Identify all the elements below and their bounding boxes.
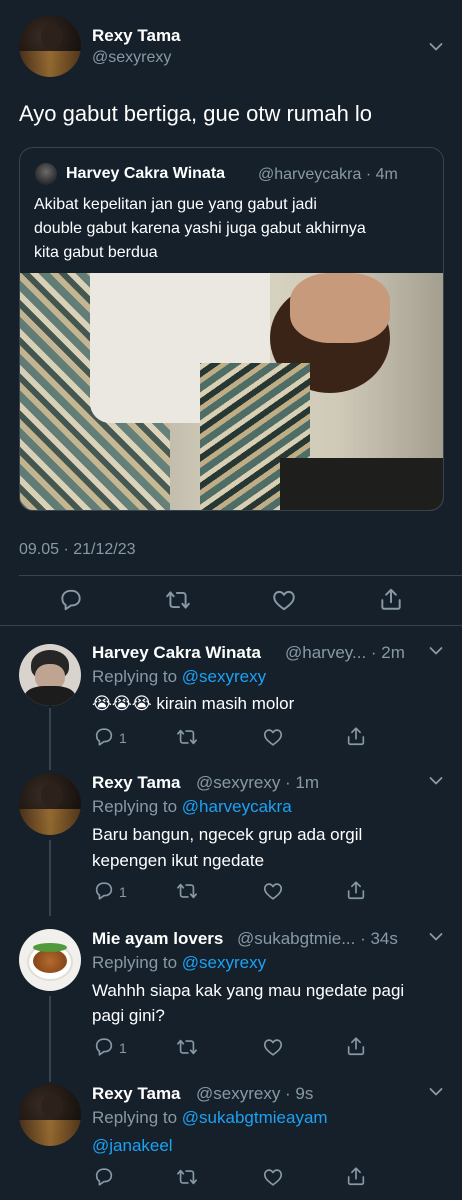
reply-author-name[interactable]: Mie ayam lovers <box>92 929 223 949</box>
main-author-avatar[interactable] <box>19 15 81 77</box>
retweet-icon[interactable] <box>176 1166 198 1188</box>
quoted-photo[interactable] <box>20 273 443 510</box>
reply-text: kepengen ikut ngedate <box>92 851 265 870</box>
like-icon[interactable] <box>271 587 297 613</box>
like-icon[interactable] <box>262 1166 284 1188</box>
reply-count: 1 <box>119 884 127 900</box>
reply-icon[interactable] <box>93 880 115 902</box>
reply-avatar[interactable] <box>19 1084 81 1146</box>
replying-prefix: Replying to <box>92 1108 178 1127</box>
main-author-name[interactable]: Rexy Tama <box>92 26 181 46</box>
quoted-text-line: Akibat kepelitan jan gue yang gabut jadi <box>34 196 317 213</box>
replying-to: Replying to @sexyrexy <box>92 953 266 973</box>
quoted-author-meta: @harveycakra · 4m <box>258 166 398 183</box>
reply-author-name[interactable]: Rexy Tama <box>92 773 181 793</box>
reply-count: 1 <box>119 1040 127 1056</box>
reply-avatar[interactable] <box>19 644 81 706</box>
replying-prefix: Replying to <box>92 797 178 816</box>
reply-text-mention[interactable]: @janakeel <box>92 1136 173 1156</box>
divider <box>19 575 462 576</box>
replying-to-link[interactable]: @sexyrexy <box>182 667 266 686</box>
share-icon[interactable] <box>345 879 367 901</box>
reply-avatar[interactable] <box>19 929 81 991</box>
replying-to: Replying to @sexyrexy <box>92 667 266 687</box>
replying-to: Replying to @harveycakra <box>92 797 292 817</box>
reply-avatar[interactable] <box>19 773 81 835</box>
chevron-down-icon[interactable] <box>429 1087 443 1097</box>
like-icon[interactable] <box>262 726 284 748</box>
quoted-text-line: kita gabut berdua <box>34 244 158 261</box>
reply-icon[interactable] <box>93 1036 115 1058</box>
retweet-icon[interactable] <box>165 587 191 613</box>
share-icon[interactable] <box>345 725 367 747</box>
retweet-icon[interactable] <box>176 880 198 902</box>
reply-count: 1 <box>119 730 127 746</box>
quoted-author-avatar <box>35 163 57 185</box>
reply-handle-time[interactable]: @sukabgtmie... · 34s <box>237 929 398 949</box>
quoted-author-name: Harvey Cakra Winata <box>66 165 226 182</box>
reply-handle-time[interactable]: @harvey... · 2m <box>285 643 405 663</box>
replying-to: Replying to @sukabgtmieayam <box>92 1108 328 1128</box>
reply-text: Baru bangun, ngecek grup ada orgil <box>92 825 363 844</box>
reply-icon[interactable] <box>93 726 115 748</box>
thread-line <box>49 996 51 1082</box>
share-icon[interactable] <box>345 1165 367 1187</box>
divider <box>0 625 462 626</box>
reply-author-name[interactable]: Harvey Cakra Winata <box>92 643 261 663</box>
reply-text: Wahhh siapa kak yang mau ngedate pagi <box>92 981 405 1000</box>
main-tweet-timestamp: 09.05 · 21/12/23 <box>19 541 136 558</box>
reply-icon[interactable] <box>58 587 84 613</box>
chevron-down-icon[interactable] <box>429 646 443 656</box>
quoted-text-line: double gabut karena yashi juga gabut akh… <box>34 220 366 237</box>
like-icon[interactable] <box>262 1036 284 1058</box>
like-icon[interactable] <box>262 880 284 902</box>
replying-to-link[interactable]: @harveycakra <box>182 797 292 816</box>
retweet-icon[interactable] <box>176 726 198 748</box>
chevron-down-icon[interactable] <box>429 42 443 52</box>
main-tweet-text: Ayo gabut bertiga, gue otw rumah lo <box>19 101 373 126</box>
reply-icon[interactable] <box>93 1166 115 1188</box>
reply-text: 😭😭😭 kirain masih molor <box>92 694 295 713</box>
replying-to-link[interactable]: @sukabgtmieayam <box>182 1108 328 1127</box>
share-icon[interactable] <box>378 586 404 612</box>
chevron-down-icon[interactable] <box>429 932 443 942</box>
reply-handle-time[interactable]: @sexyrexy · 1m <box>196 773 319 793</box>
reply-author-name[interactable]: Rexy Tama <box>92 1084 181 1104</box>
reply-handle-time[interactable]: @sexyrexy · 9s <box>196 1084 313 1104</box>
replying-prefix: Replying to <box>92 667 178 686</box>
replying-prefix: Replying to <box>92 953 178 972</box>
main-author-handle[interactable]: @sexyrexy <box>92 49 171 67</box>
thread-line <box>49 840 51 916</box>
replying-to-link[interactable]: @sexyrexy <box>182 953 266 972</box>
chevron-down-icon[interactable] <box>429 776 443 786</box>
retweet-icon[interactable] <box>176 1036 198 1058</box>
quoted-tweet-card[interactable]: Harvey Cakra Winata @harveycakra · 4m Ak… <box>19 147 444 511</box>
share-icon[interactable] <box>345 1035 367 1057</box>
thread-line <box>49 708 51 770</box>
reply-text: pagi gini? <box>92 1006 165 1025</box>
